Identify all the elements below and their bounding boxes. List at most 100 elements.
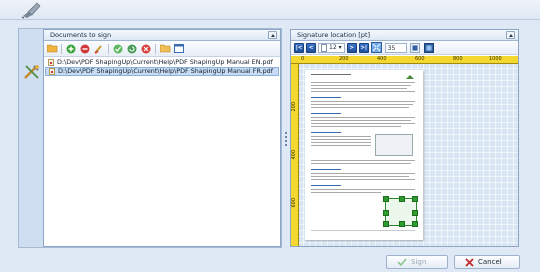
close-icon: [465, 257, 474, 267]
remove-icon: [80, 44, 90, 53]
list-item[interactable]: D:\Dev\PDF ShapingUp\Current\Help\PDF Sh…: [45, 67, 279, 76]
ruler-label: 200: [291, 102, 297, 112]
cancel-action-button[interactable]: [140, 43, 152, 55]
previous-page-button[interactable]: <: [306, 42, 316, 53]
text-line: [311, 82, 415, 83]
heading-line: [311, 132, 341, 133]
resize-handle[interactable]: [383, 196, 389, 202]
zoom-field[interactable]: 35: [384, 42, 407, 53]
zoom-options-button[interactable]: [409, 42, 421, 54]
window-button[interactable]: [173, 43, 185, 55]
text-line: [311, 91, 415, 92]
panel-splitter[interactable]: [285, 132, 287, 146]
clear-icon: [94, 44, 102, 54]
first-page-button[interactable]: |<: [294, 42, 304, 53]
signature-location-panel: Signature location [pt] |< < 12 ▾ > >| 3…: [290, 29, 519, 247]
open-folder-button[interactable]: [46, 43, 58, 55]
toolbar-separator: [155, 43, 156, 54]
text-line: [311, 104, 413, 105]
ruler-label: 600: [291, 198, 297, 208]
resize-handle[interactable]: [383, 221, 389, 227]
resize-handle[interactable]: [412, 210, 418, 216]
next-page-button[interactable]: >: [346, 42, 357, 53]
resize-handle[interactable]: [399, 221, 405, 227]
page-logo-icon: [406, 75, 414, 79]
cancel-button[interactable]: Cancel: [454, 255, 520, 269]
vertical-ruler: 200 400 600: [291, 64, 299, 246]
text-line: [311, 88, 407, 89]
documents-toolbar: [44, 41, 280, 57]
text-line: [311, 117, 415, 118]
text-line: [311, 189, 415, 190]
toolbar-separator: [108, 43, 109, 54]
window-icon: [174, 44, 184, 53]
cancel-icon: [141, 44, 151, 53]
text-line: [311, 179, 415, 180]
sign-button[interactable]: Sign: [386, 255, 448, 269]
last-page-button[interactable]: >|: [358, 42, 369, 53]
open-output-folder-button[interactable]: [159, 43, 171, 55]
ruler-label: 400: [291, 150, 297, 160]
page-preview-area[interactable]: 0 200 400 600 800 1000 200 400 600: [291, 56, 518, 246]
collapse-documents-button[interactable]: [268, 31, 277, 39]
page-number-field[interactable]: 12 ▾: [318, 42, 345, 53]
text-line: [311, 101, 415, 102]
text-line: [311, 173, 415, 174]
text-line: [311, 139, 371, 140]
clear-list-button[interactable]: [93, 43, 105, 55]
resize-handle[interactable]: [412, 221, 418, 227]
fit-page-icon: [423, 42, 434, 53]
resize-handle[interactable]: [399, 196, 405, 202]
page-icon: [321, 43, 327, 52]
pdf-file-icon: [48, 59, 54, 66]
documents-panel: Documents to sign D:\Dev\PDF ShapingUp\C…: [43, 29, 281, 247]
ruler-label: 200: [339, 56, 349, 62]
check-button[interactable]: [112, 43, 124, 55]
ruler-label: 400: [377, 56, 387, 62]
ruler-label: 800: [453, 56, 463, 62]
text-line: [311, 107, 409, 108]
refresh-button[interactable]: [126, 43, 138, 55]
heading-line: [311, 169, 341, 170]
add-icon: [66, 44, 76, 53]
header-bar: [0, 0, 540, 20]
add-document-button[interactable]: [65, 43, 77, 55]
text-line: [311, 136, 371, 137]
page-number-dropdown-icon: ▾: [338, 44, 342, 51]
check-icon: [113, 44, 123, 53]
signature-location-title: Signature location [pt]: [291, 30, 518, 41]
text-line: [311, 123, 415, 124]
text-line: [311, 160, 415, 161]
check-mark-icon: [397, 258, 407, 266]
sign-button-label: Sign: [411, 258, 427, 266]
ruler-label: 0: [301, 56, 305, 62]
text-line: [311, 145, 371, 146]
documents-list: D:\Dev\PDF ShapingUp\Current\Help\PDF Sh…: [44, 57, 280, 77]
list-item[interactable]: D:\Dev\PDF ShapingUp\Current\Help\PDF Sh…: [45, 58, 279, 67]
page-title-line: [311, 74, 351, 75]
remove-document-button[interactable]: [79, 43, 91, 55]
signature-location-title-text: Signature location [pt]: [297, 31, 371, 39]
sign-tools-icon[interactable]: [22, 62, 42, 82]
page-number-value: 12: [329, 44, 337, 51]
text-line: [311, 120, 411, 121]
text-line: [311, 163, 411, 164]
ruler-label: 600: [415, 56, 425, 62]
text-line: [311, 192, 381, 193]
app-window: Documents to sign D:\Dev\PDF ShapingUp\C…: [0, 0, 540, 272]
text-line: [311, 126, 401, 127]
resize-handle[interactable]: [412, 196, 418, 202]
first-page-icon: |<: [295, 44, 303, 51]
horizontal-ruler: 0 200 400 600 800 1000: [291, 56, 518, 64]
ruler-label: 1000: [489, 56, 502, 62]
zoom-fit-button[interactable]: [371, 42, 383, 54]
resize-handle[interactable]: [383, 210, 389, 216]
fit-page-button[interactable]: [423, 42, 435, 54]
document-path: D:\Dev\PDF ShapingUp\Current\Help\PDF Sh…: [57, 58, 273, 66]
collapse-signature-button[interactable]: [506, 31, 515, 39]
refresh-icon: [127, 44, 137, 53]
signature-placement-box[interactable]: [383, 196, 418, 227]
pdf-file-icon: [49, 68, 55, 75]
folder-icon: [159, 44, 170, 53]
heading-line: [311, 97, 341, 98]
